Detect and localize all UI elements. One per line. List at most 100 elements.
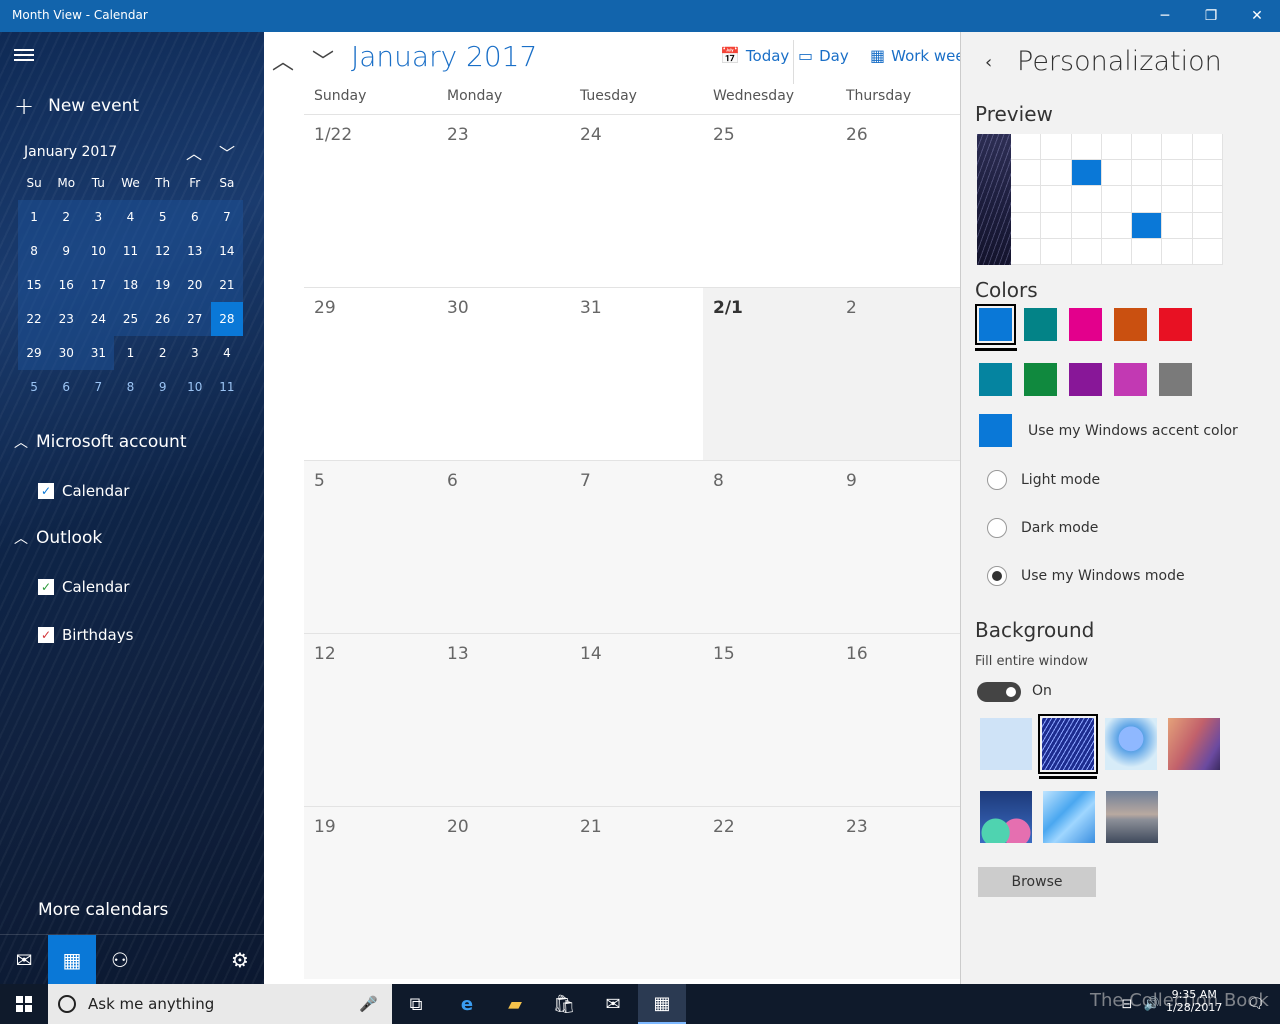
microphone-icon[interactable]: 🎤: [359, 995, 378, 1013]
checkbox-icon[interactable]: ✓: [38, 483, 54, 499]
mini-calendar-day[interactable]: 10: [82, 234, 115, 268]
mini-calendar-day[interactable]: 20: [178, 268, 211, 302]
background-thumbnail-crystal[interactable]: [1043, 791, 1095, 843]
day-cell[interactable]: 19: [304, 807, 437, 979]
day-cell[interactable]: 20: [437, 807, 570, 979]
day-cell[interactable]: 12: [304, 634, 437, 806]
day-cell[interactable]: 2/1: [703, 288, 836, 460]
day-cell[interactable]: 5: [304, 461, 437, 633]
more-calendars-link[interactable]: More calendars: [38, 900, 168, 920]
checkbox-icon[interactable]: ✓: [38, 627, 54, 643]
mini-calendar-day[interactable]: 1: [114, 336, 146, 370]
start-button[interactable]: [0, 984, 48, 1024]
radio-button[interactable]: [987, 470, 1007, 490]
file-explorer-icon[interactable]: ▰: [491, 984, 539, 1024]
close-button[interactable]: ✕: [1234, 0, 1280, 32]
mini-calendar-day[interactable]: 17: [82, 268, 115, 302]
mini-calendar-day[interactable]: 19: [146, 268, 179, 302]
color-swatch[interactable]: [1024, 308, 1057, 341]
color-swatch[interactable]: [1069, 308, 1102, 341]
mini-calendar-day[interactable]: 18: [114, 268, 147, 302]
mail-icon[interactable]: ✉: [0, 935, 48, 984]
cortana-search-box[interactable]: Ask me anything 🎤: [48, 984, 392, 1024]
day-cell[interactable]: 1/22: [304, 115, 437, 287]
day-cell[interactable]: 22: [703, 807, 836, 979]
mini-calendar-day[interactable]: 6: [50, 370, 82, 404]
edge-browser-icon[interactable]: e: [443, 984, 491, 1024]
restore-button[interactable]: ❐: [1188, 0, 1234, 32]
calendar-item-microsoft-calendar[interactable]: ✓ Calendar: [38, 482, 129, 500]
color-swatch[interactable]: [1114, 363, 1147, 396]
day-cell[interactable]: 16: [836, 634, 960, 806]
mini-calendar-day[interactable]: 2: [147, 336, 179, 370]
mini-calendar-day[interactable]: 16: [50, 268, 83, 302]
people-icon[interactable]: ⚇: [96, 935, 144, 984]
day-cell[interactable]: 14: [570, 634, 703, 806]
mini-calendar-day[interactable]: 23: [50, 302, 83, 336]
mini-calendar-day[interactable]: 22: [18, 302, 51, 336]
day-view-button[interactable]: ▭ Day: [798, 46, 849, 65]
store-icon[interactable]: 🛍: [540, 984, 588, 1024]
mini-calendar-day[interactable]: 14: [210, 234, 243, 268]
mini-calendar-day[interactable]: 25: [114, 302, 147, 336]
background-thumbnail-tree[interactable]: [1105, 718, 1157, 770]
day-cell[interactable]: 15: [703, 634, 836, 806]
day-cell[interactable]: 25: [703, 115, 836, 287]
mini-calendar-day[interactable]: 24: [82, 302, 115, 336]
checkbox-icon[interactable]: ✓: [38, 579, 54, 595]
color-swatch[interactable]: [1069, 363, 1102, 396]
task-view-icon[interactable]: ⧉: [392, 984, 440, 1024]
mini-calendar-day[interactable]: 3: [179, 336, 211, 370]
hamburger-menu-icon[interactable]: [14, 46, 34, 64]
mini-calendar-day[interactable]: 1: [18, 200, 51, 234]
mini-calendar-day[interactable]: 3: [82, 200, 115, 234]
color-swatch[interactable]: [975, 304, 1016, 345]
today-button[interactable]: 📅 Today: [720, 46, 789, 65]
mini-calendar-day[interactable]: 5: [18, 370, 50, 404]
mini-calendar-day[interactable]: 15: [18, 268, 51, 302]
mini-calendar-prev-icon[interactable]: ︿: [186, 140, 202, 164]
day-cell[interactable]: 2: [836, 288, 960, 460]
day-cell[interactable]: 13: [437, 634, 570, 806]
previous-month-icon[interactable]: ︿: [272, 44, 294, 76]
mini-calendar-day[interactable]: 9: [147, 370, 179, 404]
color-swatch[interactable]: [1159, 363, 1192, 396]
mini-calendar-day[interactable]: 31: [82, 336, 115, 370]
day-cell[interactable]: 26: [836, 115, 960, 287]
color-swatch[interactable]: [979, 363, 1012, 396]
day-cell[interactable]: 23: [836, 807, 960, 979]
radio-button[interactable]: [987, 518, 1007, 538]
day-cell[interactable]: 31: [570, 288, 703, 460]
mini-calendar-day[interactable]: 30: [50, 336, 83, 370]
accent-color-option[interactable]: Use my Windows accent color: [979, 414, 1238, 447]
mini-calendar-next-icon[interactable]: ﹀: [219, 140, 235, 164]
background-thumbnail-canyon[interactable]: [1168, 718, 1220, 770]
mini-calendar-day[interactable]: 2: [50, 200, 83, 234]
color-swatch[interactable]: [1159, 308, 1192, 341]
new-event-button[interactable]: + New event: [14, 92, 139, 120]
radio-button[interactable]: [987, 566, 1007, 586]
mini-calendar-day[interactable]: 4: [114, 200, 147, 234]
mini-calendar-day[interactable]: 5: [146, 200, 179, 234]
background-thumbnail-lake[interactable]: [1106, 791, 1158, 843]
mini-calendar-day[interactable]: 27: [178, 302, 211, 336]
account-header-outlook[interactable]: ︿ Outlook: [14, 528, 102, 548]
day-cell[interactable]: 29: [304, 288, 437, 460]
background-thumbnail-light-blue[interactable]: [980, 718, 1032, 770]
mini-calendar-day[interactable]: 13: [178, 234, 211, 268]
mini-calendar-day[interactable]: 11: [114, 234, 147, 268]
mini-calendar-day[interactable]: 7: [210, 200, 243, 234]
mini-calendar-day[interactable]: 9: [50, 234, 83, 268]
accent-color-swatch[interactable]: [979, 414, 1012, 447]
mail-app-icon[interactable]: ✉: [589, 984, 637, 1024]
clock[interactable]: 9:35 AM 1/28/2017: [1166, 988, 1222, 1014]
day-cell[interactable]: 8: [703, 461, 836, 633]
mini-calendar-day[interactable]: 26: [146, 302, 179, 336]
day-cell[interactable]: 23: [437, 115, 570, 287]
mini-calendar-day[interactable]: 8: [114, 370, 146, 404]
browse-button[interactable]: Browse: [978, 867, 1096, 897]
back-arrow-icon[interactable]: ‹: [985, 52, 992, 73]
calendar-icon[interactable]: ▦: [48, 935, 96, 984]
action-center-icon[interactable]: 🗨: [1232, 984, 1280, 1024]
calendar-item-outlook-birthdays[interactable]: ✓ Birthdays: [38, 626, 133, 644]
